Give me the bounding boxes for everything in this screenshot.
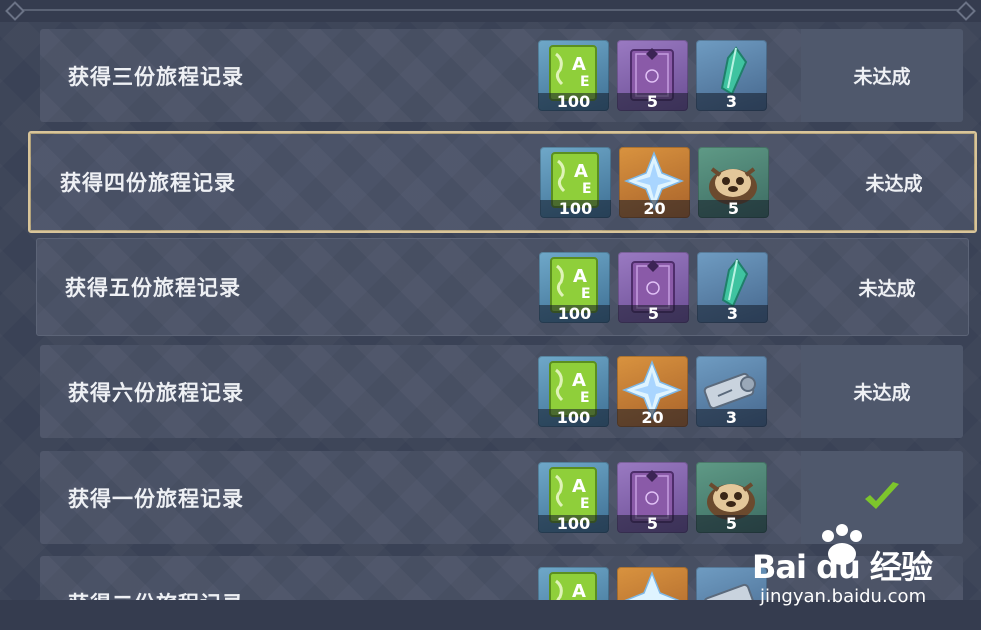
achievement-title: 获得二份旅程记录 (68, 556, 244, 601)
reward-item[interactable]: 5 (617, 40, 688, 111)
reward-item[interactable]: AE 100 (538, 356, 609, 427)
reward-item[interactable]: 3 (697, 251, 768, 323)
reward-item[interactable]: AE 100 (540, 146, 611, 218)
reward-count: 3 (696, 409, 767, 427)
reward-count: 100 (538, 409, 609, 427)
reward-count: 5 (617, 93, 688, 111)
reward-item[interactable]: A (538, 567, 609, 600)
svg-text:E: E (580, 496, 590, 512)
svg-text:E: E (581, 286, 591, 302)
svg-text:E: E (582, 181, 592, 197)
achievement-title: 获得三份旅程记录 (68, 64, 244, 89)
achievement-title: 获得一份旅程记录 (68, 486, 244, 511)
adventure-exp-icon: A (549, 572, 597, 600)
svg-text:A: A (572, 476, 586, 497)
svg-text:A: A (572, 370, 586, 391)
status-label: 未达成 (801, 29, 963, 122)
achievement-row[interactable]: 获得三份旅程记录 AE 100 5 3 未达成 (40, 29, 963, 122)
reward-count: 3 (696, 93, 767, 111)
reward-count: 20 (617, 409, 688, 427)
status-label: 未达成 (858, 277, 916, 300)
svg-text:A: A (574, 161, 588, 182)
svg-text:A: A (572, 54, 586, 75)
reward-item[interactable]: 20 (619, 146, 690, 218)
reward-item[interactable]: 5 (698, 146, 769, 218)
checkmark-icon (865, 481, 899, 509)
reward-item[interactable]: 5 (617, 462, 688, 533)
reward-count: 3 (697, 304, 768, 323)
watermark-url: jingyan.baidu.com (760, 586, 927, 607)
reward-count: 5 (698, 199, 769, 218)
reward-item[interactable] (617, 567, 688, 600)
svg-text:A: A (573, 266, 587, 287)
reward-item[interactable]: 3 (696, 356, 767, 427)
achievement-row[interactable]: 获得五份旅程记录 AE 100 5 3 未达成 (36, 238, 969, 336)
svg-text:E: E (580, 74, 590, 90)
reward-item[interactable]: 5 (618, 251, 689, 323)
reward-count: 100 (540, 199, 611, 218)
svg-text:A: A (572, 581, 586, 600)
achievement-title: 获得五份旅程记录 (65, 276, 241, 300)
reward-count: 5 (617, 515, 688, 533)
achievement-row[interactable]: 获得六份旅程记录 AE 100 20 3 未达成 (40, 345, 963, 438)
primogem-icon (624, 570, 680, 600)
svg-text:E: E (580, 390, 590, 406)
reward-count: 100 (538, 93, 609, 111)
achievement-list[interactable]: 获得三份旅程记录 AE 100 5 3 未达成 获得四份旅程记录 AE 100 (0, 0, 981, 600)
status-label: 未达成 (865, 172, 923, 195)
baidu-watermark: Bai du 经验 jingyan.baidu.com (752, 522, 972, 612)
reward-item[interactable]: AE 100 (539, 251, 610, 323)
reward-item[interactable]: AE 100 (538, 40, 609, 111)
watermark-brand: Bai du 经验 (752, 548, 933, 586)
achievement-title: 获得六份旅程记录 (68, 380, 244, 405)
reward-count: 5 (618, 304, 689, 323)
achievement-title: 获得四份旅程记录 (60, 171, 236, 195)
reward-count: 20 (619, 199, 690, 218)
reward-count: 100 (538, 515, 609, 533)
reward-count: 100 (539, 304, 610, 323)
reward-item[interactable]: AE 100 (538, 462, 609, 533)
achievement-row-selected[interactable]: 获得四份旅程记录 AE 100 20 5 未达成 (28, 131, 977, 233)
status-label: 未达成 (801, 345, 963, 438)
reward-item[interactable]: 3 (696, 40, 767, 111)
reward-item[interactable]: 20 (617, 356, 688, 427)
